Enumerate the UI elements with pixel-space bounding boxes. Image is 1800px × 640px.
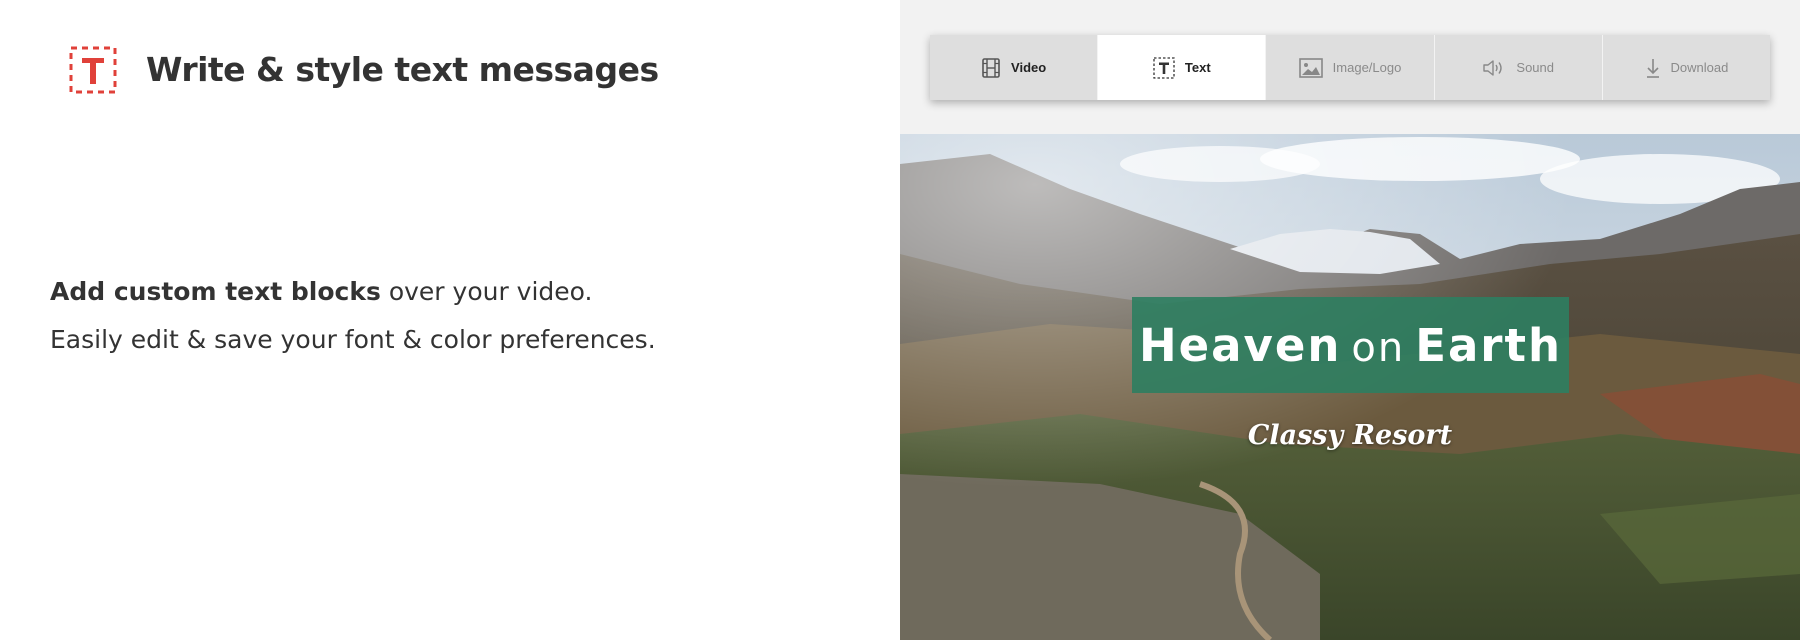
tab-video-label: Video: [1011, 60, 1047, 75]
feature-description: Add custom text blocks over your video. …: [50, 268, 656, 364]
headline-part-1: Heaven: [1138, 318, 1342, 372]
text-box-icon: [1153, 56, 1175, 79]
headline-part-2: Earth: [1415, 318, 1563, 372]
description-rest: over your video.: [380, 277, 593, 306]
text-box-icon: [69, 46, 117, 94]
tab-sound[interactable]: Sound: [1435, 35, 1603, 100]
tab-text-label: Text: [1184, 60, 1211, 75]
editor-preview-panel: Video Text Image/Logo Sound Download Hea…: [900, 0, 1800, 640]
tab-video[interactable]: Video: [930, 35, 1099, 100]
tab-image-logo[interactable]: Image/Logo: [1266, 35, 1435, 100]
subtitle-text-block[interactable]: Classy Resort: [900, 420, 1800, 451]
speaker-icon: [1483, 59, 1503, 76]
description-line-2: Easily edit & save your font & color pre…: [50, 325, 656, 354]
description-line-1: Add custom text blocks over your video.: [50, 268, 656, 316]
page-title: Write & style text messages: [146, 50, 659, 89]
download-icon: [1646, 58, 1659, 78]
headline-text: Heaven on Earth: [1139, 319, 1562, 372]
image-icon: [1298, 57, 1323, 78]
film-icon: [982, 57, 1000, 78]
tab-image-logo-label: Image/Logo: [1332, 60, 1402, 75]
headline-text-block[interactable]: Heaven on Earth: [1132, 297, 1569, 393]
headline-connector: on: [1351, 324, 1406, 371]
tab-download[interactable]: Download: [1603, 35, 1770, 100]
editor-toolbar: Video Text Image/Logo Sound Download: [930, 35, 1770, 100]
tab-sound-label: Sound: [1516, 60, 1554, 75]
tab-download-label: Download: [1670, 60, 1729, 75]
video-preview[interactable]: Heaven on Earth Classy Resort: [900, 134, 1800, 640]
tab-text[interactable]: Text: [1098, 35, 1267, 100]
feature-panel: Write & style text messages Add custom t…: [0, 0, 900, 640]
description-bold: Add custom text blocks: [50, 277, 381, 306]
